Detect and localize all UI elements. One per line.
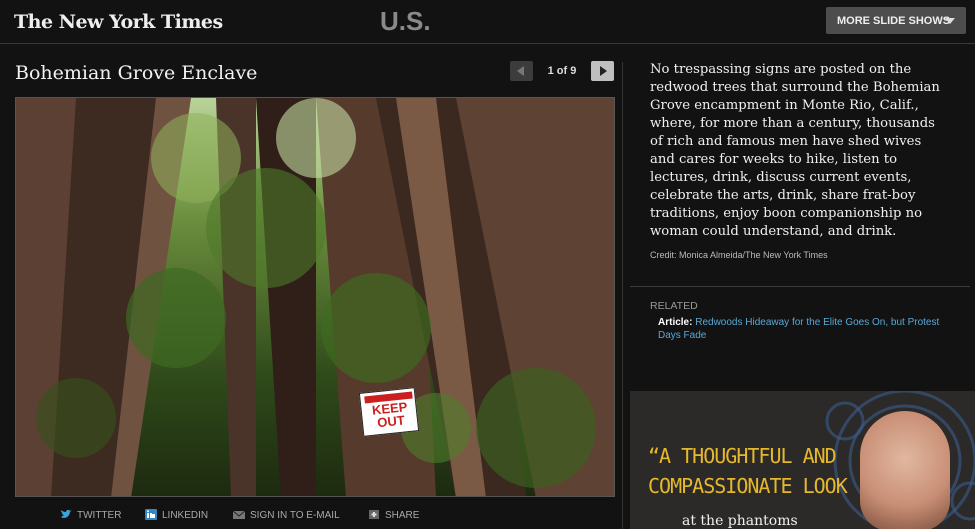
- chevron-down-icon: [945, 18, 955, 24]
- author-portrait: [860, 411, 950, 529]
- keep-out-sign: KEEP OUT: [358, 387, 420, 437]
- share-button[interactable]: SHARE: [368, 509, 419, 521]
- column-divider: [622, 62, 623, 529]
- next-slide-button[interactable]: [591, 61, 614, 81]
- section-divider: [630, 286, 970, 287]
- plus-icon: [369, 510, 379, 519]
- ad-quote: “A THOUGHTFUL AND COMPASSIONATE LOOK: [648, 444, 848, 498]
- related-article: Article: Redwoods Hideaway for the Elite…: [658, 316, 958, 342]
- advertisement[interactable]: “A THOUGHTFUL AND COMPASSIONATE LOOK at …: [630, 391, 975, 529]
- previous-slide-button[interactable]: [510, 61, 533, 81]
- more-slide-shows-button[interactable]: MORE SLIDE SHOWS: [826, 7, 966, 34]
- share-label: SHARE: [385, 510, 420, 521]
- sign-keep-out-text: KEEP OUT: [371, 399, 409, 431]
- slide-caption: No trespassing signs are posted on the r…: [650, 62, 940, 239]
- linkedin-share-button[interactable]: LINKEDIN: [145, 509, 208, 521]
- email-share-button[interactable]: SIGN IN TO E-MAIL: [233, 509, 340, 521]
- photo-credit: Credit: Monica Almeida/The New York Time…: [650, 250, 828, 260]
- linkedin-label: LINKEDIN: [162, 510, 209, 521]
- slideshow-title: Bohemian Grove Enclave: [15, 62, 258, 84]
- more-slide-shows-label: MORE SLIDE SHOWS: [837, 15, 951, 27]
- nyt-logo[interactable]: The New York Times: [14, 11, 223, 33]
- arrow-left-icon: [517, 66, 524, 76]
- section-title[interactable]: U.S.: [380, 6, 431, 37]
- twitter-label: TWITTER: [77, 510, 122, 521]
- email-label: SIGN IN TO E-MAIL: [250, 510, 340, 521]
- redwood-trees-illustration: [16, 98, 614, 496]
- top-bar: The New York Times U.S. MORE SLIDE SHOWS: [0, 0, 975, 44]
- twitter-share-button[interactable]: TWITTER: [60, 509, 121, 521]
- related-article-prefix: Article:: [658, 317, 693, 328]
- slide-counter: 1 of 9: [547, 65, 577, 77]
- arrow-right-icon: [600, 66, 607, 76]
- twitter-icon: [61, 509, 72, 518]
- slide-photo[interactable]: KEEP OUT: [15, 97, 615, 497]
- linkedin-icon: [145, 509, 157, 520]
- envelope-icon: [233, 510, 245, 519]
- related-heading: RELATED: [650, 300, 698, 312]
- ad-subtitle: at the phantoms: [682, 513, 798, 529]
- related-article-link[interactable]: Redwoods Hideaway for the Elite Goes On,…: [658, 317, 939, 341]
